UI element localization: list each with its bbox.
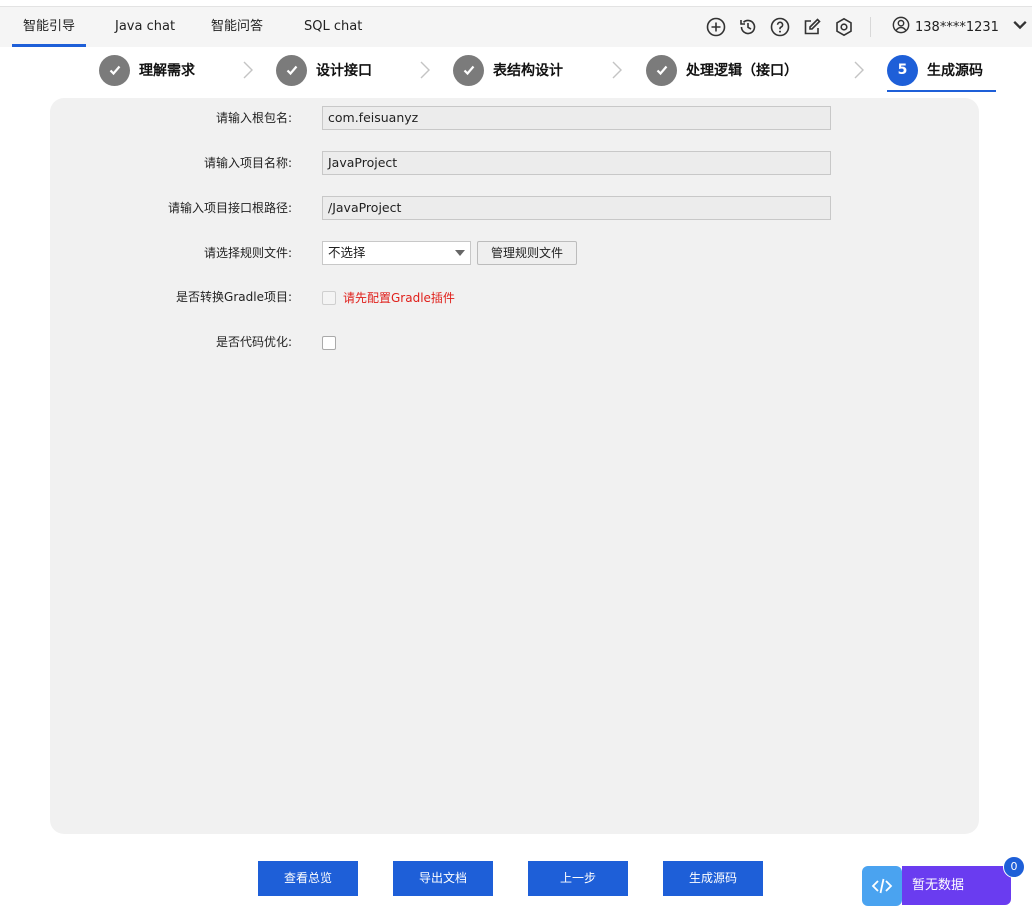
plus-circle-icon[interactable] [706,17,726,37]
edit-icon[interactable] [802,17,822,37]
chevron-right-icon [611,59,623,81]
gradle-label: 是否转换Gradle项目: [176,290,292,304]
tab-sql-chat[interactable]: SQL chat [304,7,362,47]
chevron-right-icon [242,59,254,81]
step-design-api[interactable]: 设计接口 [276,53,372,87]
chevron-right-icon [419,59,431,81]
history-icon[interactable] [738,17,758,37]
rule-file-label: 请选择规则文件: [203,246,292,260]
user-menu[interactable]: 138****1231 [892,7,1029,47]
package-label: 请输入根包名: [215,111,292,125]
active-step-indicator [887,90,996,92]
tab-java-chat[interactable]: Java chat [115,7,175,47]
progress-steps: 理解需求 设计接口 表结构设计 处理逻辑（接口） 5 生成源码 [0,47,1032,93]
rule-file-value: 不选择 [328,245,366,260]
export-doc-button[interactable]: 导出文档 [393,861,493,896]
step-understand[interactable]: 理解需求 [99,53,195,87]
step-table-design[interactable]: 表结构设计 [453,53,563,87]
caret-down-icon [455,250,465,256]
optimize-checkbox[interactable] [322,336,336,350]
gradle-warning: 请先配置Gradle插件 [343,291,455,305]
top-bar: 智能引导 Java chat 智能问答 SQL chat 138****1231 [0,7,1032,47]
check-icon [99,54,130,86]
step-label: 处理逻辑（接口） [686,63,798,79]
settings-icon[interactable] [834,17,854,37]
chevron-down-icon[interactable] [1011,16,1029,38]
step-label: 理解需求 [139,63,195,79]
form-panel: 请输入根包名: com.feisuanyz 请输入项目名称: JavaProje… [50,98,979,834]
step-label: 生成源码 [927,63,983,79]
count-badge: 0 [1003,856,1025,878]
tab-smart-qa[interactable]: 智能问答 [211,7,263,47]
user-name: 138****1231 [915,19,999,35]
root-path-label: 请输入项目接口根路径: [167,201,292,215]
step-logic[interactable]: 处理逻辑（接口） [646,53,798,87]
previous-step-button[interactable]: 上一步 [528,861,628,896]
check-icon [646,54,677,86]
help-icon[interactable] [770,17,790,37]
gradle-checkbox[interactable] [322,291,336,305]
root-path-input[interactable]: /JavaProject [322,196,831,220]
check-icon [453,54,484,86]
overview-button[interactable]: 查看总览 [258,861,358,896]
nodata-panel[interactable]: 暂无数据 [902,866,1011,905]
step-generate[interactable]: 5 生成源码 [887,53,983,87]
generate-source-button[interactable]: 生成源码 [663,861,763,896]
project-name-input[interactable]: JavaProject [322,151,831,175]
chevron-right-icon [853,59,865,81]
user-icon [892,16,910,38]
rule-file-select[interactable]: 不选择 [322,241,471,265]
optimize-label: 是否代码优化: [215,335,292,349]
step-label: 设计接口 [316,63,372,79]
tab-smart-guide[interactable]: 智能引导 [12,7,87,47]
project-name-label: 请输入项目名称: [203,156,292,170]
check-icon [276,54,307,86]
package-input[interactable]: com.feisuanyz [322,106,831,130]
toolbar-divider [870,17,871,37]
step-number: 5 [887,54,918,86]
manage-rules-button[interactable]: 管理规则文件 [477,241,577,265]
code-icon[interactable] [862,866,902,906]
step-label: 表结构设计 [493,63,563,79]
